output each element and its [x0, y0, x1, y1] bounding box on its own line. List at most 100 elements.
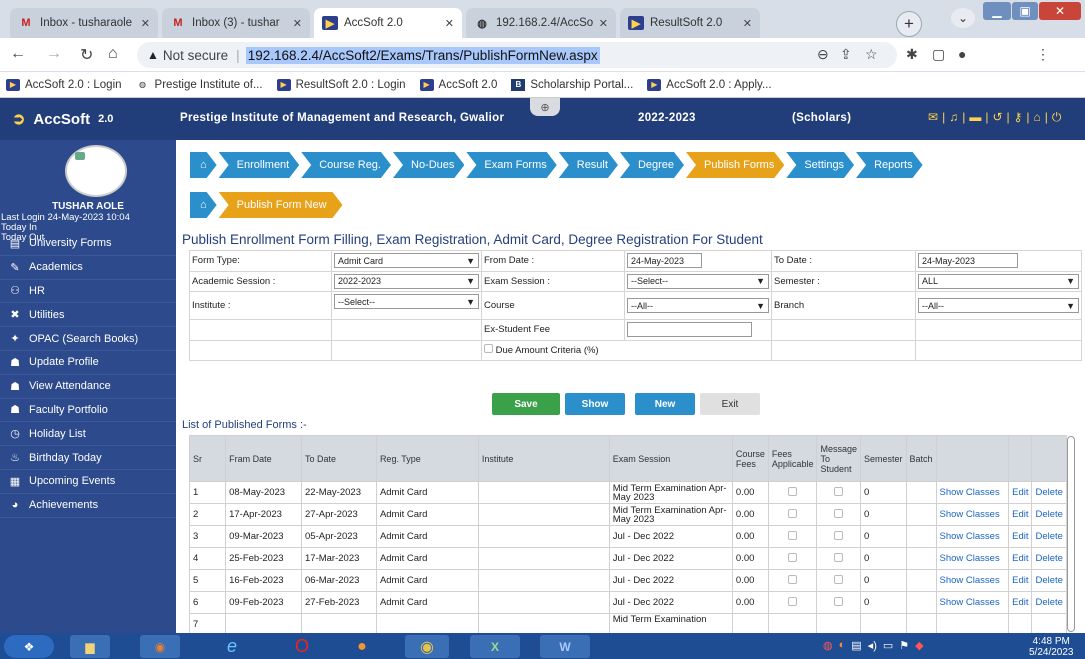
show-classes-link[interactable]: Show Classes — [935, 481, 1010, 504]
app-logo[interactable]: ➲ AccSoft 2.0 — [12, 109, 113, 129]
sidebar-item-upcoming-events[interactable]: ▦ Upcoming Events — [0, 470, 176, 494]
display-icon[interactable]: ▭ — [883, 639, 893, 652]
delete-link[interactable]: Delete — [1031, 525, 1067, 548]
show-button[interactable]: Show — [565, 393, 625, 415]
bell-icon[interactable]: ♫ — [949, 110, 958, 125]
sidebar-item-holiday-list[interactable]: ◷ Holiday List — [0, 422, 176, 447]
to-date-input[interactable]: 24-May-2023 — [918, 253, 1018, 269]
branch-select[interactable]: --All-- ▼ — [918, 298, 1079, 313]
star-icon[interactable]: ☆ — [865, 46, 878, 63]
nav-reports[interactable]: Reports — [856, 152, 923, 178]
browser-tab[interactable]: ▶ ResultSoft 2.0 ✕ — [620, 8, 760, 38]
home-icon[interactable]: ⌂ — [1034, 110, 1041, 125]
sidebar-item-university-forms[interactable]: ▤ University Forms — [0, 232, 176, 256]
network-icon[interactable]: ▤ — [851, 639, 861, 652]
close-icon[interactable]: ✕ — [445, 17, 454, 30]
fees-applicable-checkbox[interactable] — [788, 574, 798, 584]
message-checkbox[interactable] — [834, 508, 844, 518]
avatar[interactable] — [65, 145, 127, 197]
close-icon[interactable]: ✕ — [293, 17, 302, 30]
nav-result[interactable]: Result — [559, 152, 618, 178]
power-icon[interactable]: ⏻ — [1052, 110, 1062, 125]
sync-icon[interactable]: ◐ — [839, 639, 846, 652]
nav-no-dues[interactable]: No-Dues — [393, 152, 464, 178]
message-checkbox[interactable] — [834, 530, 844, 540]
edit-link[interactable]: Edit — [1008, 525, 1033, 548]
extensions-icon[interactable]: ✱ — [906, 46, 918, 63]
sidebar-item-utilities[interactable]: ✖ Utilities — [0, 303, 176, 328]
sidepanel-icon[interactable]: ▢ — [932, 46, 945, 63]
firefox-task[interactable]: ● — [340, 635, 384, 658]
refresh-icon[interactable]: ↺ — [992, 110, 1002, 125]
show-classes-link[interactable]: Show Classes — [935, 525, 1010, 548]
menu-icon[interactable]: ⋮ — [1036, 46, 1050, 63]
magnifier-icon[interactable]: ⊕ — [530, 98, 560, 116]
zoom-icon[interactable]: ⊖ — [817, 46, 829, 63]
fees-applicable-checkbox[interactable] — [788, 596, 798, 606]
close-icon[interactable]: ✕ — [599, 17, 608, 30]
edit-link[interactable]: Edit — [1008, 591, 1033, 614]
fees-applicable-checkbox[interactable] — [788, 530, 798, 540]
browser-tab[interactable]: M Inbox - tusharaole ✕ — [10, 8, 158, 38]
back-icon[interactable]: ← — [10, 45, 26, 63]
nav-degree[interactable]: Degree — [620, 152, 684, 178]
form-type-select[interactable]: Admit Card ▼ — [334, 253, 479, 269]
sidebar-item-birthday-today[interactable]: ♨ Birthday Today — [0, 446, 176, 470]
antivirus-icon[interactable]: ◍ — [823, 639, 833, 652]
message-checkbox[interactable] — [834, 574, 844, 584]
alert-icon[interactable]: ◆ — [915, 639, 923, 652]
browser-tab-active[interactable]: ▶ AccSoft 2.0 ✕ — [314, 8, 462, 38]
exam-session-select[interactable]: --Select-- ▼ — [627, 273, 769, 289]
delete-link[interactable]: Delete — [1031, 591, 1067, 614]
forward-icon[interactable]: → — [46, 45, 62, 63]
fees-applicable-checkbox[interactable] — [788, 508, 798, 518]
show-classes-link[interactable]: Show Classes — [935, 591, 1010, 614]
fees-applicable-checkbox[interactable] — [788, 552, 798, 562]
profile-icon[interactable]: ● — [958, 46, 966, 62]
sidebar-item-view-attendance[interactable]: ☗ View Attendance — [0, 375, 176, 399]
media-task[interactable]: ◉ — [140, 635, 180, 658]
course-select[interactable]: --All-- ▼ — [627, 298, 769, 313]
new-tab-button[interactable]: + — [896, 11, 922, 37]
show-classes-link[interactable]: Show Classes — [935, 547, 1010, 570]
sidebar-item-faculty-portfolio[interactable]: ☗ Faculty Portfolio — [0, 399, 176, 423]
bookmark-item[interactable]: ◍ Prestige Institute of... — [136, 79, 263, 91]
show-classes-link[interactable]: Show Classes — [935, 503, 1010, 526]
grid-scrollbar[interactable] — [1067, 436, 1075, 632]
word-task[interactable]: W — [540, 635, 590, 658]
explorer-task[interactable]: ▆ — [70, 635, 110, 658]
fees-applicable-checkbox[interactable] — [788, 486, 798, 496]
from-date-input[interactable]: 24-May-2023 — [627, 253, 702, 269]
system-clock[interactable]: 4:48 PM 5/24/2023 — [1029, 636, 1074, 658]
delete-link[interactable]: Delete — [1031, 503, 1067, 526]
nav-course-reg[interactable]: Course Reg. — [301, 152, 391, 178]
edit-link[interactable]: Edit — [1008, 503, 1033, 526]
delete-link[interactable]: Delete — [1031, 547, 1067, 570]
subnav-publish-form-new[interactable]: Publish Form New — [219, 192, 343, 218]
delete-link[interactable]: Delete — [1031, 481, 1067, 504]
message-checkbox[interactable] — [834, 486, 844, 496]
sidebar-item-hr[interactable]: ⚇ HR — [0, 280, 176, 304]
show-classes-link[interactable]: Show Classes — [935, 569, 1010, 592]
minimize-button[interactable]: ▁ — [983, 2, 1011, 20]
due-amount-checkbox[interactable] — [484, 344, 493, 354]
flag-icon[interactable]: ⚑ — [899, 639, 909, 652]
ex-student-fee-input[interactable] — [627, 322, 752, 338]
close-icon[interactable]: ✕ — [743, 17, 752, 30]
edit-link[interactable]: Edit — [1008, 547, 1033, 570]
save-button[interactable]: Save — [492, 393, 560, 415]
share-icon[interactable]: ⇪ — [840, 46, 852, 63]
sidebar-item-update-profile[interactable]: ☗ Update Profile — [0, 351, 176, 375]
nav-publish-forms[interactable]: Publish Forms — [686, 152, 784, 178]
subnav-home[interactable]: ⌂ — [190, 192, 217, 218]
chrome-task[interactable]: ◉ — [405, 635, 449, 658]
close-window-button[interactable]: ✕ — [1039, 2, 1081, 20]
sidebar-item-achievements[interactable]: ◕ Achievements — [0, 494, 176, 518]
browser-tab[interactable]: M Inbox (3) - tushar ✕ — [162, 8, 310, 38]
ie-task[interactable]: e — [210, 635, 254, 658]
nav-exam-forms[interactable]: Exam Forms — [466, 152, 556, 178]
bookmark-item[interactable]: B Scholarship Portal... — [511, 78, 633, 91]
url-field[interactable]: ▲ Not secure | 192.168.2.4/AccSoft2/Exam… — [137, 42, 897, 68]
institute-select[interactable]: --Select-- ▼ — [334, 294, 479, 309]
mail-icon[interactable]: ✉ — [928, 110, 938, 125]
